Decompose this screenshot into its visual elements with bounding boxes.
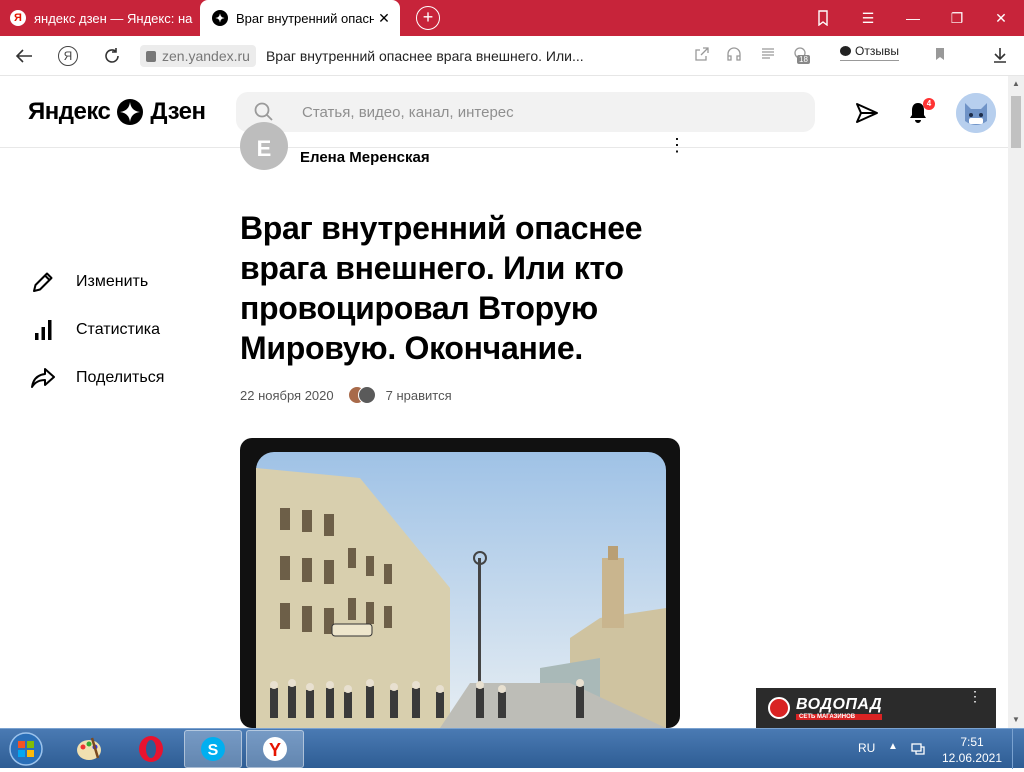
new-tab-button[interactable]: + xyxy=(416,6,440,30)
headphones-icon[interactable] xyxy=(724,46,744,66)
yandex-browser-icon: Y xyxy=(263,737,287,761)
user-avatar[interactable] xyxy=(956,93,996,133)
side-menu: Изменить Статистика Поделиться xyxy=(30,258,164,402)
tab-title: яндекс дзен — Яндекс: на xyxy=(34,10,193,26)
yandex-logo-icon: Я xyxy=(58,46,78,66)
start-button[interactable] xyxy=(4,731,48,767)
stats-icon xyxy=(35,320,52,340)
publish-date: 22 ноября 2020 xyxy=(240,387,334,403)
article-title: Враг внутренний опаснее врага внешнего. … xyxy=(240,210,643,366)
street-photo-image xyxy=(256,452,666,728)
more-options-icon[interactable]: ⋮ xyxy=(668,136,686,160)
notifications-badge: 4 xyxy=(923,98,935,110)
taskbar-paint[interactable] xyxy=(60,730,118,768)
send-icon[interactable] xyxy=(854,100,880,126)
zen-favicon-icon: ✦ xyxy=(212,10,228,26)
reader-mode-icon[interactable] xyxy=(758,46,778,66)
reviews-button[interactable]: Отзывы xyxy=(840,44,899,61)
tab-yandex-search[interactable]: Я яндекс дзен — Яндекс: на xyxy=(0,0,198,36)
bookmarks-panel-icon[interactable] xyxy=(800,0,846,36)
search-box[interactable] xyxy=(236,92,815,132)
side-item-stats[interactable]: Статистика xyxy=(30,306,164,354)
address-bar-row: Я zen.yandex.ru Враг внутренний опаснее … xyxy=(0,36,1024,76)
back-button[interactable] xyxy=(12,44,36,68)
close-tab-icon[interactable]: ✕ xyxy=(374,10,394,27)
minimize-button[interactable]: — xyxy=(890,0,936,36)
tab-title: Враг внутренний опасне xyxy=(236,10,374,26)
page-scrollbar[interactable]: ▲ ▼ xyxy=(1008,76,1024,728)
side-item-share[interactable]: Поделиться xyxy=(30,354,164,402)
likers-avatars[interactable] xyxy=(347,386,376,404)
url-domain: zen.yandex.ru xyxy=(140,45,256,67)
opera-icon xyxy=(139,736,163,762)
zen-star-icon xyxy=(117,99,144,125)
scroll-thumb[interactable] xyxy=(1011,96,1021,148)
url-field[interactable]: zen.yandex.ru Враг внутренний опаснее вр… xyxy=(140,44,584,68)
side-item-edit[interactable]: Изменить xyxy=(30,258,164,306)
article-cover-image[interactable] xyxy=(240,438,680,728)
taskbar-opera[interactable] xyxy=(122,730,180,768)
search-icon xyxy=(254,102,273,121)
article-meta: 22 ноября 2020 7 нравится xyxy=(240,386,452,404)
bookmark-icon[interactable] xyxy=(930,46,950,66)
cat-avatar-icon xyxy=(956,93,996,133)
lock-icon xyxy=(146,51,156,62)
show-desktop-button[interactable] xyxy=(1012,729,1024,769)
restore-button[interactable]: ❐ xyxy=(934,0,980,36)
reload-button[interactable] xyxy=(100,44,124,68)
tray-expand-icon[interactable]: ▲ xyxy=(888,741,898,752)
scroll-up-arrow-icon[interactable]: ▲ xyxy=(1008,76,1024,92)
search-input[interactable] xyxy=(302,103,762,121)
share-icon xyxy=(31,368,55,388)
close-window-button[interactable]: ✕ xyxy=(978,0,1024,36)
taskbar-yandex-browser[interactable]: Y xyxy=(246,730,304,768)
ad-options-icon[interactable]: ⋮ xyxy=(968,689,982,703)
taskbar-skype[interactable]: S xyxy=(184,730,242,768)
skype-icon: S xyxy=(201,737,225,761)
liker-avatar xyxy=(357,386,376,404)
windows-taskbar: S Y RU ▲ 7:51 12.06.2021 xyxy=(0,728,1024,769)
zen-logo[interactable]: Яндекс Дзен xyxy=(28,98,206,126)
yandex-button[interactable]: Я xyxy=(56,44,80,68)
likes-count[interactable]: 7 нравится xyxy=(386,388,452,403)
download-icon[interactable] xyxy=(990,46,1010,66)
scroll-down-arrow-icon[interactable]: ▼ xyxy=(1008,712,1024,728)
speech-bubble-icon xyxy=(840,46,851,56)
system-clock[interactable]: 7:51 12.06.2021 xyxy=(940,734,1004,766)
ad-logo: ВОДОПАД СЕТЬ МАГАЗИНОВ xyxy=(768,696,883,720)
ad-banner[interactable]: ВОДОПАД СЕТЬ МАГАЗИНОВ ⋮ xyxy=(756,688,996,728)
url-page-title: Враг внутренний опаснее врага внешнего. … xyxy=(265,48,584,64)
ad-brand-icon xyxy=(768,697,790,719)
network-icon[interactable] xyxy=(910,741,926,757)
svg-text:Y: Y xyxy=(269,740,281,760)
paint-palette-icon xyxy=(77,737,101,760)
language-indicator[interactable]: RU xyxy=(858,741,875,755)
windows-start-icon xyxy=(9,732,43,766)
author-avatar[interactable]: Е xyxy=(240,122,288,170)
zen-header: Яндекс Дзен 4 xyxy=(0,76,1008,148)
author-name[interactable]: Елена Меренская xyxy=(300,149,430,166)
yandex-favicon-icon: Я xyxy=(10,10,26,26)
menu-icon[interactable]: ☰ xyxy=(845,0,891,36)
open-external-icon[interactable] xyxy=(692,46,712,66)
pencil-icon xyxy=(33,272,53,292)
extension-badge: 18 xyxy=(797,55,810,64)
svg-text:S: S xyxy=(208,742,219,759)
tab-zen-article[interactable]: ✦ Враг внутренний опасне ✕ xyxy=(200,0,400,36)
browser-tab-bar: Я яндекс дзен — Яндекс: на ✦ Враг внутре… xyxy=(0,0,1024,36)
